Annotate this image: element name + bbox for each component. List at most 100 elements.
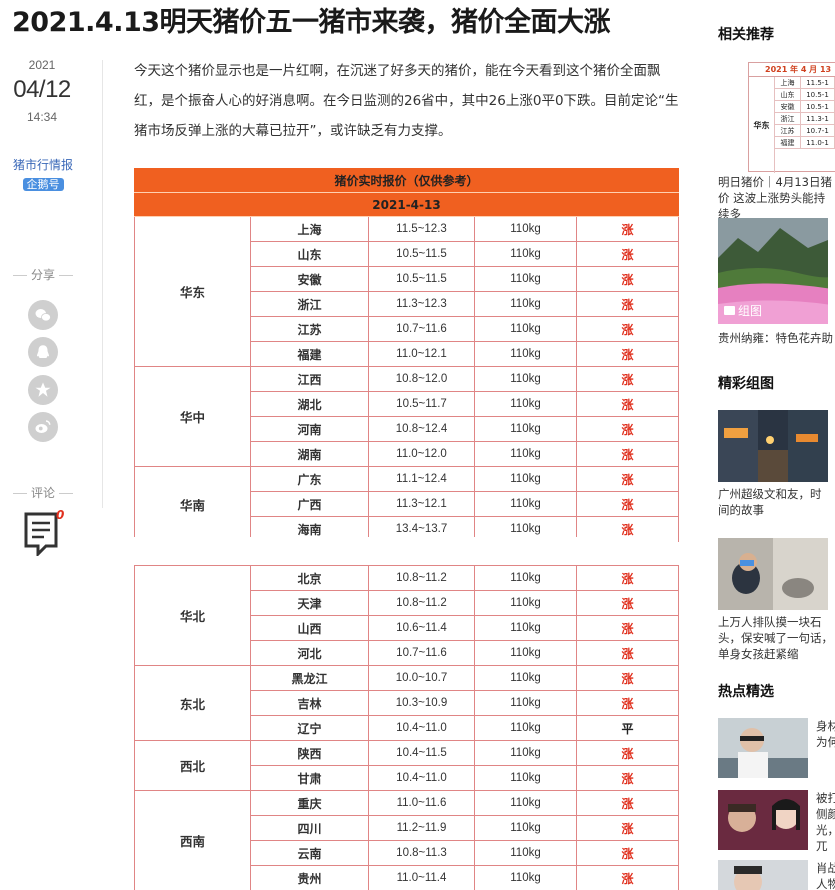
gallery-tag: 组图 (724, 302, 762, 319)
weight-cell: 110kg (474, 341, 577, 367)
price-cell: 10.3~10.9 (368, 690, 475, 716)
trend-cell: 涨 (575, 316, 680, 342)
price-cell: 11.0~12.1 (368, 341, 475, 367)
province-cell: 甘肃 (250, 765, 369, 791)
price-cell: 10.7~11.6 (368, 316, 475, 342)
article-paragraph: 今天这个猪价显示也是一片红啊，在沉迷了好多天的猪价，能在今天看到这个猪价全面飘红… (134, 63, 679, 139)
mini-price-cell: 10.7-1 (801, 125, 835, 136)
region-cell: 华北 (134, 565, 251, 666)
price-cell: 11.0~12.0 (368, 441, 475, 467)
province-cell: 江苏 (250, 316, 369, 342)
table-row: 东北 黑龙江 10.0~10.7 110kg 涨 (134, 665, 679, 741)
weight-cell: 110kg (474, 441, 577, 467)
trend-cell: 涨 (575, 466, 680, 492)
table-row: 华中 江西 10.8~12.0 110kg 涨 (134, 366, 680, 467)
price-cell: 10.6~11.4 (368, 615, 475, 641)
price-cell: 10.5~11.5 (368, 241, 475, 267)
related-thumb-1[interactable]: 2021 年 4 月 13 华东 上海 11.5-1 山东 10.5-1 安徽 10.5-… (748, 62, 835, 173)
related-caption-2[interactable]: 贵州纳雍：特色花卉助 (718, 330, 835, 346)
province-cell: 辽宁 (250, 715, 369, 741)
table-row: 西南 重庆 11.0~11.6 110kg 涨 (134, 790, 679, 890)
weight-cell: 110kg (474, 590, 577, 616)
publish-year: 2021 (28, 58, 56, 72)
qzone-share-button[interactable] (28, 375, 58, 405)
price-cell: 11.0~11.6 (368, 790, 475, 816)
author-source: 猪市行情报 企鹅号 (0, 156, 86, 192)
gallery-thumb-1[interactable] (718, 410, 828, 482)
mini-table-row: 江苏 10.7-1 (775, 125, 835, 137)
weight-cell: 110kg (474, 291, 577, 317)
price-cell: 10.8~11.3 (368, 840, 475, 866)
weight-cell: 110kg (474, 715, 577, 741)
weight-cell: 110kg (474, 665, 577, 691)
source-badge[interactable]: 企鹅号 (22, 178, 64, 191)
weight-cell: 110kg (474, 690, 577, 716)
trend-cell: 涨 (576, 765, 679, 791)
province-cell: 北京 (250, 565, 369, 591)
trend-cell: 涨 (575, 216, 680, 242)
source-name-link[interactable]: 猪市行情报 (0, 156, 86, 173)
portrait-image-3 (718, 860, 808, 890)
trend-cell: 涨 (575, 491, 680, 517)
province-cell: 福建 (250, 341, 369, 367)
table-row: 华东 上海 11.5~12.3 110kg 涨 (134, 216, 680, 367)
qq-icon (37, 345, 49, 358)
portrait-image-1 (718, 718, 808, 778)
price-cell: 10.4~11.5 (368, 740, 475, 766)
price-cell: 10.4~11.0 (368, 765, 475, 791)
hot-thumb-1[interactable] (718, 718, 808, 778)
trend-cell: 涨 (575, 341, 680, 367)
mini-table-row: 浙江 11.3-1 (775, 113, 835, 125)
price-cell: 10.8~12.0 (368, 366, 475, 392)
trend-cell: 涨 (576, 865, 679, 890)
region-cell: 西南 (134, 790, 251, 890)
wechat-share-button[interactable] (28, 300, 58, 330)
mini-province-cell: 上海 (775, 77, 801, 88)
hot-thumb-3[interactable] (718, 860, 808, 890)
trend-cell: 涨 (575, 391, 680, 417)
mini-province-cell: 安徽 (775, 101, 801, 112)
weight-cell: 110kg (474, 790, 577, 816)
trend-cell: 涨 (575, 416, 680, 442)
weight-cell: 110kg (474, 865, 577, 890)
trend-cell: 涨 (576, 690, 679, 716)
weibo-share-button[interactable] (28, 412, 58, 442)
mini-province-cell: 福建 (775, 137, 801, 148)
weight-cell: 110kg (474, 840, 577, 866)
weight-cell: 110kg (474, 216, 577, 242)
trend-cell: 涨 (576, 815, 679, 841)
hot-thumb-2[interactable] (718, 790, 808, 850)
mini-price-cell: 10.5-1 (801, 101, 835, 112)
province-cell: 广西 (250, 491, 369, 517)
weight-cell: 110kg (474, 241, 577, 267)
weight-cell: 110kg (474, 815, 577, 841)
trend-cell: 涨 (576, 590, 679, 616)
comment-label: 评论 (0, 484, 86, 501)
mini-table-row: 福建 11.0-1 (775, 137, 835, 149)
mini-price-cell: 11.5-1 (801, 77, 835, 88)
price-cell: 10.7~11.6 (368, 640, 475, 666)
price-cell: 10.8~11.2 (368, 565, 475, 591)
gallery-caption-1[interactable]: 广州超级文和友，时 间的故事 (718, 486, 835, 518)
publish-month-day: 04/12 (13, 76, 71, 103)
hot-caption-2[interactable]: 被打 侧颜 光， 兀 (816, 790, 835, 854)
gallery-thumb-2[interactable] (718, 538, 828, 610)
price-cell: 11.0~11.4 (368, 865, 475, 890)
price-cell: 10.0~10.7 (368, 665, 475, 691)
mini-price-cell: 11.0-1 (801, 137, 835, 148)
trend-cell: 平 (576, 715, 679, 741)
article-title: 2021.4.13明天猪价五一猪市来袭，猪价全面大涨 (12, 7, 611, 36)
hot-caption-1[interactable]: 身材 为何 (816, 718, 835, 750)
weight-cell: 110kg (474, 565, 577, 591)
mini-table-region: 华东 (749, 77, 775, 173)
qq-share-button[interactable] (28, 337, 58, 367)
gallery-caption-2[interactable]: 上万人排队摸一块石头，保安喊了一句话，单身女孩赶紧缩 (718, 614, 835, 662)
hot-caption-3[interactable]: 肖战 人物 (816, 860, 835, 890)
gallery-title: 精彩组图 (718, 376, 774, 392)
related-title: 相关推荐 (718, 27, 774, 43)
column-divider (102, 60, 103, 508)
related-caption-1[interactable]: 明日猪价｜4月13日猪价 这波上涨势头能持续多 (718, 174, 835, 222)
weight-cell: 110kg (474, 615, 577, 641)
weight-cell: 110kg (474, 640, 577, 666)
table-date-row: 2021-4-13 (133, 192, 680, 217)
